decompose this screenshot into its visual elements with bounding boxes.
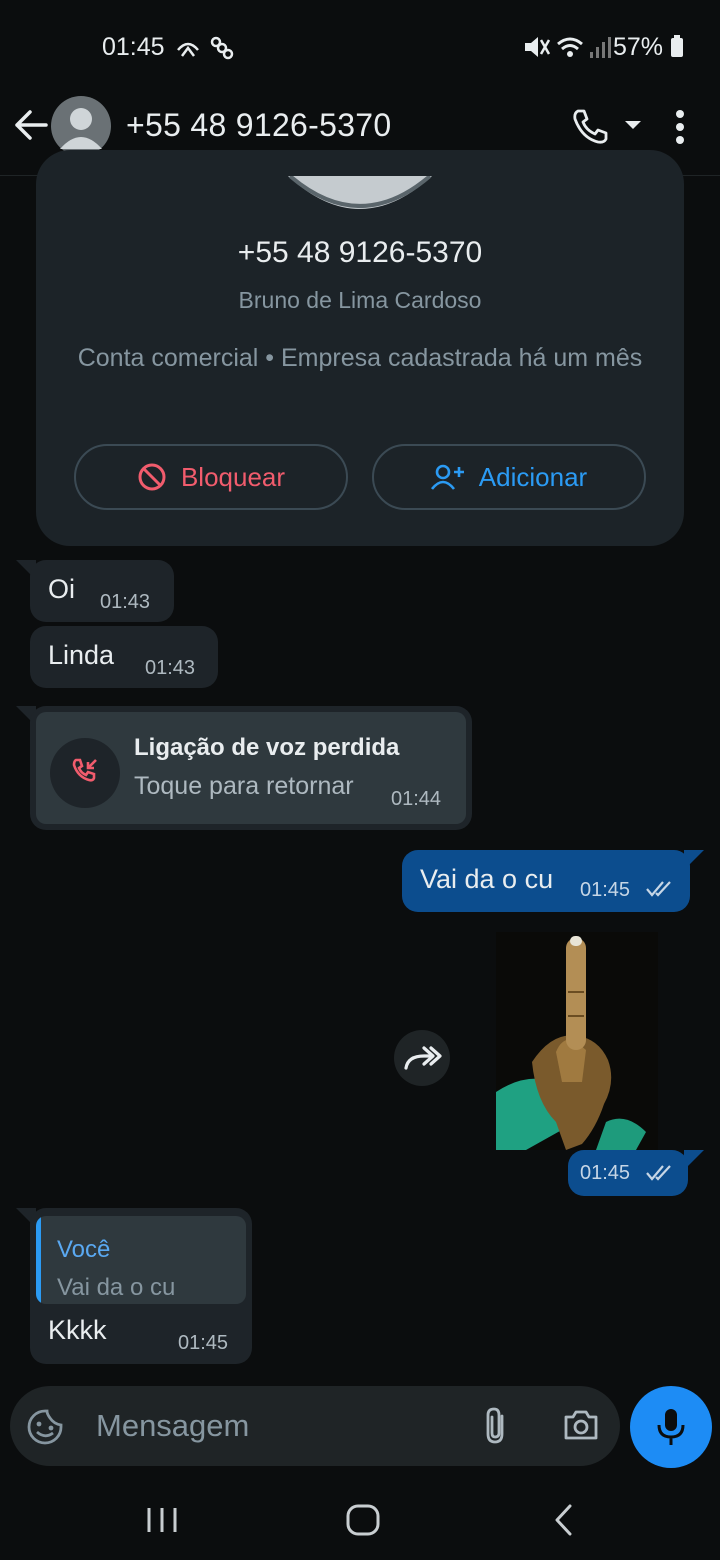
quote-author: Você — [57, 1236, 111, 1263]
image-timestamp-bubble[interactable]: 01:45 — [568, 1150, 688, 1196]
message-text: Oi — [48, 574, 75, 604]
status-bar: 01:45 57% — [0, 0, 720, 95]
paperclip-icon[interactable] — [482, 1406, 510, 1446]
battery-icon — [671, 35, 683, 57]
double-check-icon — [646, 881, 671, 897]
sticker-icon[interactable] — [26, 1408, 64, 1446]
status-notification-icons — [177, 36, 234, 60]
block-icon — [138, 463, 166, 491]
double-check-icon — [646, 1165, 671, 1181]
message-composer[interactable]: Mensagem — [10, 1386, 620, 1466]
call-title: Ligação de voz perdida — [134, 734, 400, 761]
forward-icon — [404, 1046, 442, 1070]
contact-avatar[interactable] — [50, 95, 112, 157]
shared-photo — [496, 932, 658, 1150]
mic-icon — [657, 1409, 685, 1445]
back-nav-icon[interactable] — [554, 1504, 574, 1536]
battery-level: 57% — [613, 33, 684, 62]
battery-percent: 57% — [613, 33, 664, 61]
block-button[interactable]: Bloquear — [74, 444, 348, 510]
profile-phone: +55 48 9126-5370 — [237, 236, 483, 269]
incoming-message[interactable]: Linda 01:43 — [30, 626, 218, 688]
quote-text: Vai da o cu — [57, 1274, 176, 1301]
status-time: 01:45 — [102, 33, 165, 61]
system-nav-bar — [0, 1480, 720, 1560]
profile-description: Conta comercial • Empresa cadastrada há … — [77, 344, 643, 372]
message-text: Kkkk — [48, 1315, 107, 1345]
camera-icon[interactable] — [562, 1408, 600, 1442]
status-signal-icons — [525, 37, 611, 58]
message-input[interactable]: Mensagem — [96, 1408, 249, 1444]
message-time: 01:45 — [178, 1332, 229, 1354]
incoming-message[interactable]: Oi 01:43 — [30, 560, 174, 622]
image-attachment[interactable] — [496, 932, 658, 1150]
message-time: 01:45 — [580, 1162, 631, 1184]
arrow-left-icon[interactable] — [14, 110, 48, 140]
message-time: 01:43 — [145, 657, 196, 679]
missed-call-card[interactable]: Ligação de voz perdida Toque para retorn… — [36, 712, 466, 824]
profile-name: Bruno de Lima Cardoso — [238, 287, 482, 313]
quoted-message[interactable]: Você Vai da o cu — [36, 1216, 246, 1304]
missed-call-icon — [50, 738, 120, 808]
outgoing-message[interactable]: Vai da o cu 01:45 — [402, 850, 690, 912]
phone-icon[interactable] — [570, 107, 610, 147]
message-time: 01:45 — [580, 879, 631, 901]
block-label: Bloquear — [180, 461, 286, 492]
add-contact-label: Adicionar — [478, 461, 588, 492]
more-vert-icon[interactable] — [674, 109, 686, 145]
profile-avatar — [288, 176, 432, 212]
contact-title[interactable]: +55 48 9126-5370 — [126, 107, 392, 144]
add-contact-button[interactable]: Adicionar — [372, 444, 646, 510]
message-text: Vai da o cu — [420, 864, 554, 894]
missed-call-message[interactable]: Ligação de voz perdida Toque para retorn… — [30, 706, 472, 830]
chevron-down-icon[interactable] — [624, 119, 642, 131]
forward-button[interactable] — [394, 1030, 450, 1086]
mic-button[interactable] — [630, 1386, 712, 1468]
add-person-icon — [430, 464, 464, 490]
quote-bar — [36, 1216, 41, 1304]
incoming-reply-message[interactable]: Você Vai da o cu Kkkk 01:45 — [30, 1208, 252, 1364]
recent-apps-icon[interactable] — [146, 1506, 178, 1534]
message-time: 01:43 — [100, 591, 151, 613]
home-icon[interactable] — [346, 1504, 380, 1536]
message-time: 01:44 — [391, 788, 442, 810]
message-text: Linda — [48, 640, 115, 670]
call-subtitle: Toque para retornar — [134, 772, 354, 800]
